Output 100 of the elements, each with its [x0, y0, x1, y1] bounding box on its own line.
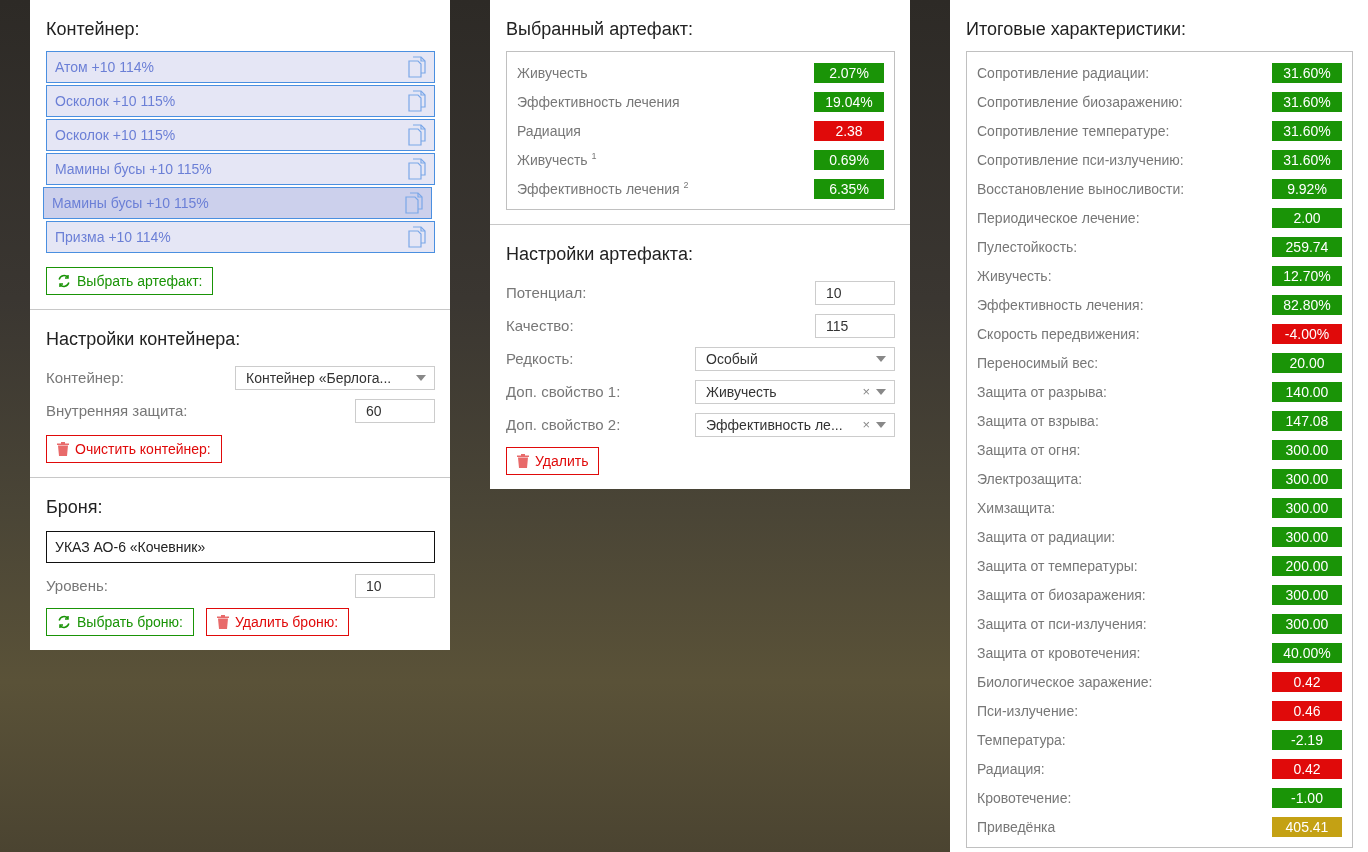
stat-value: -2.19 — [1272, 729, 1342, 750]
choose-artifact-button[interactable]: Выбрать артефакт: — [46, 267, 214, 295]
clear-container-button[interactable]: Очистить контейнер: — [46, 435, 222, 463]
stat-value: 2.00 — [1272, 207, 1342, 228]
stat-value: 2.38 — [814, 120, 884, 141]
dropdown-select[interactable]: Контейнер «Берлога... — [235, 365, 435, 390]
dropdown-caret-icon — [876, 388, 886, 395]
field-label: Внутренняя защита: — [46, 402, 188, 419]
number-input[interactable]: 60 — [355, 398, 435, 423]
stat-label: Сопротивление температуре: — [977, 122, 1170, 139]
section-title: Настройки контейнера: — [46, 328, 242, 350]
stat-value: 31.60% — [1272, 120, 1342, 141]
stat-value: 300.00 — [1272, 468, 1342, 489]
stat-value: -1.00 — [1272, 787, 1342, 808]
stat-value: 12.70% — [1272, 265, 1342, 286]
armor-name-field[interactable]: УКАЗ АО-6 «Кочевник» — [46, 531, 435, 563]
field-label: Редкость: — [506, 350, 574, 367]
dropdown-caret-icon — [416, 374, 426, 381]
stat-label: Электрозащита: — [977, 470, 1083, 487]
stat-label: Химзащита: — [977, 499, 1056, 516]
stat-value: 0.42 — [1272, 758, 1342, 779]
trash-icon — [217, 615, 229, 629]
stat-value: 31.60% — [1272, 91, 1342, 112]
refresh-icon — [57, 274, 71, 288]
stat-label: Защита от температуры: — [977, 557, 1138, 574]
copy-icon[interactable] — [408, 56, 426, 78]
stat-value: 300.00 — [1272, 526, 1342, 547]
choose-armor-button[interactable]: Выбрать броню: — [46, 608, 194, 636]
delete-armor-button[interactable]: Удалить броню: — [206, 608, 350, 636]
stat-value: 405.41 — [1272, 816, 1342, 837]
stat-label: Защита от радиации: — [977, 528, 1116, 545]
stat-label: Радиация — [517, 122, 581, 139]
stat-label: Защита от разрыва: — [977, 383, 1107, 400]
stat-label: Сопротивление биозаражению: — [977, 93, 1183, 110]
field-label: Потенциал: — [506, 284, 587, 301]
trash-icon — [517, 454, 529, 468]
trash-icon — [57, 442, 69, 456]
stat-label: Защита от огня: — [977, 441, 1081, 458]
stat-value: 19.04% — [814, 91, 884, 112]
number-input[interactable]: 10 — [815, 280, 895, 305]
copy-icon[interactable] — [408, 158, 426, 180]
stat-label: Защита от кровотечения: — [977, 644, 1141, 661]
dropdown-select[interactable]: Эффективность ле... × — [695, 412, 895, 437]
artifact-item[interactable]: Атом +10 114% — [46, 51, 435, 83]
stat-label: Живучесть $^{1}$ — [517, 151, 597, 168]
field-label: Уровень: — [46, 577, 108, 594]
stat-label: Эффективность лечения — [517, 93, 680, 110]
stat-value: 6.35% — [814, 178, 884, 199]
section-title: Выбранный артефакт: — [506, 18, 694, 40]
dropdown-caret-icon — [876, 355, 886, 362]
copy-icon[interactable] — [408, 90, 426, 112]
stat-label: Живучесть — [517, 64, 588, 81]
stat-label: Защита от взрыва: — [977, 412, 1099, 429]
stat-value: -4.00% — [1272, 323, 1342, 344]
stat-value: 0.46 — [1272, 700, 1342, 721]
stat-value: 31.60% — [1272, 149, 1342, 170]
stat-label: Приведёнка — [977, 818, 1056, 835]
stat-value: 200.00 — [1272, 555, 1342, 576]
delete-artifact-button[interactable]: Удалить — [506, 447, 600, 475]
field-label: Доп. свойство 2: — [506, 416, 621, 433]
artifact-item[interactable]: Мамины бусы +10 115% — [46, 153, 435, 185]
artifact-item[interactable]: Осколок +10 115% — [46, 85, 435, 117]
stat-value: 300.00 — [1272, 613, 1342, 634]
dropdown-select[interactable]: Особый — [695, 346, 895, 371]
stat-value: 259.74 — [1272, 236, 1342, 257]
number-input[interactable]: 115 — [815, 313, 895, 338]
number-input[interactable]: 10 — [355, 573, 435, 598]
dropdown-select[interactable]: Живучесть × — [695, 379, 895, 404]
stat-label: Пулестойкость: — [977, 238, 1078, 255]
stat-label: Периодическое лечение: — [977, 209, 1140, 226]
field-label: Контейнер: — [46, 369, 124, 386]
stat-label: Защита от биозаражения: — [977, 586, 1146, 603]
stat-label: Кровотечение: — [977, 789, 1072, 806]
stat-value: 82.80% — [1272, 294, 1342, 315]
section-title: Итоговые характеристики: — [966, 18, 1187, 40]
stat-label: Температура: — [977, 731, 1066, 748]
stat-value: 40.00% — [1272, 642, 1342, 663]
stat-label: Эффективность лечения $^{2}$ — [517, 180, 689, 197]
stat-label: Живучесть: — [977, 267, 1052, 284]
stat-value: 2.07% — [814, 62, 884, 83]
stat-value: 9.92% — [1272, 178, 1342, 199]
stat-value: 20.00 — [1272, 352, 1342, 373]
artifact-item[interactable]: Призма +10 114% — [46, 221, 435, 253]
stat-value: 31.60% — [1272, 62, 1342, 83]
copy-icon[interactable] — [405, 192, 423, 214]
stat-value: 300.00 — [1272, 584, 1342, 605]
stat-label: Защита от пси-излучения: — [977, 615, 1147, 632]
stat-label: Скорость передвижения: — [977, 325, 1140, 342]
refresh-icon — [57, 615, 71, 629]
stat-value: 0.42 — [1272, 671, 1342, 692]
stat-value: 147.08 — [1272, 410, 1342, 431]
stat-label: Восстановление выносливости: — [977, 180, 1185, 197]
section-title: Контейнер: — [46, 18, 141, 40]
copy-icon[interactable] — [408, 124, 426, 146]
stat-label: Биологическое заражение: — [977, 673, 1153, 690]
stat-label: Эффективность лечения: — [977, 296, 1144, 313]
stat-label: Пси-излучение: — [977, 702, 1079, 719]
field-label: Доп. свойство 1: — [506, 383, 621, 400]
artifact-item[interactable]: Осколок +10 115% — [46, 119, 435, 151]
copy-icon[interactable] — [408, 226, 426, 248]
